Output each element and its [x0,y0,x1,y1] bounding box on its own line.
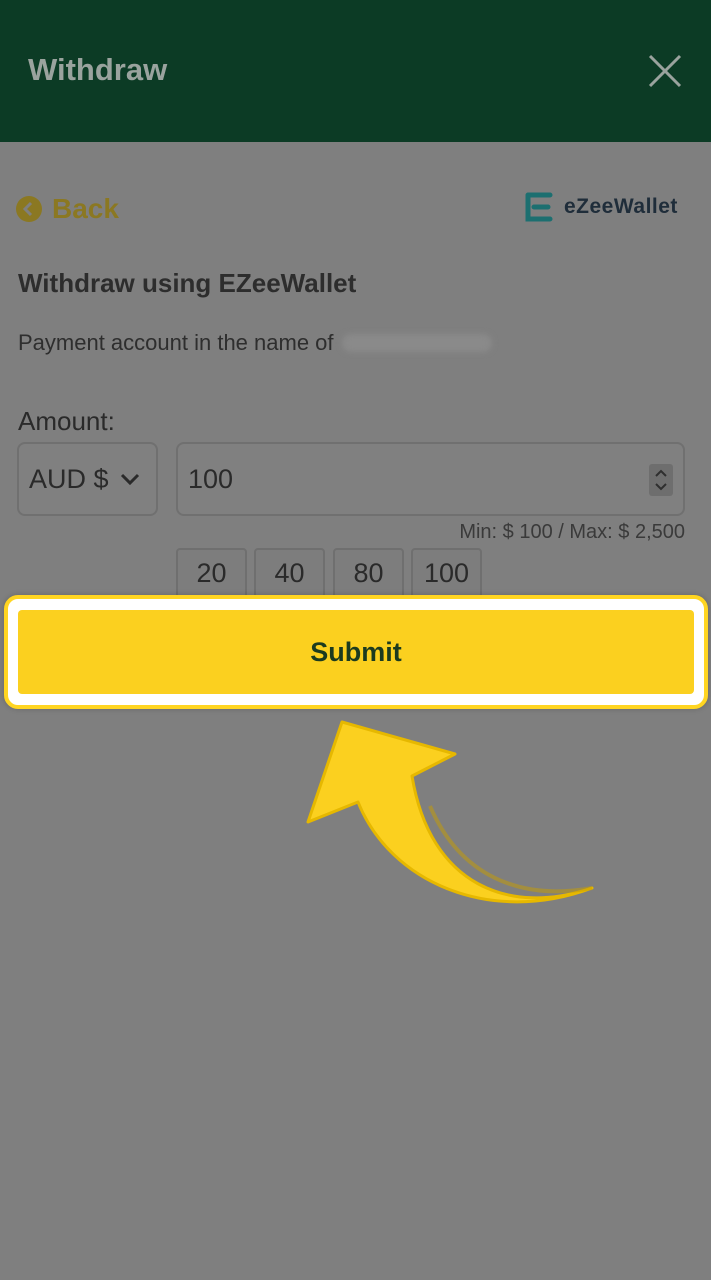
ezeewallet-logo-icon [525,192,553,222]
stepper-arrows-icon [655,469,667,491]
page-title: Withdraw [28,52,168,87]
submit-label: Submit [310,636,402,667]
currency-select[interactable]: AUD $ [17,442,158,516]
header-bar: Withdraw [0,0,711,142]
back-label: Back [52,193,119,224]
back-button[interactable]: Back [16,192,119,226]
submit-button[interactable]: Submit [18,610,694,694]
currency-value: AUD $ [29,463,109,494]
chevron-down-icon [120,473,139,486]
section-title: Withdraw using EZeeWallet [18,268,357,298]
amount-field[interactable] [176,442,685,516]
amount-input[interactable] [188,463,628,495]
brand-name: eZeeWallet [564,195,678,218]
amount-label: Amount: [18,406,115,436]
preset-amount-button[interactable]: 80 [333,548,404,598]
chevron-left-circle-icon [16,196,42,222]
amount-limits: Min: $ 100 / Max: $ 2,500 [459,521,685,543]
close-icon [648,54,682,88]
ezeewallet-logo: eZeeWallet [524,190,678,224]
payment-account-line: Payment account in the name of [18,330,492,356]
preset-amount-button[interactable]: 100 [411,548,482,598]
amount-stepper[interactable] [649,464,673,496]
preset-amount-button[interactable]: 40 [254,548,325,598]
pointer-arrow-icon [306,720,594,904]
account-holder-name-redacted [341,334,492,352]
preset-amount-button[interactable]: 20 [176,548,247,598]
payment-account-label: Payment account in the name of [18,330,334,355]
close-button[interactable] [644,50,686,92]
